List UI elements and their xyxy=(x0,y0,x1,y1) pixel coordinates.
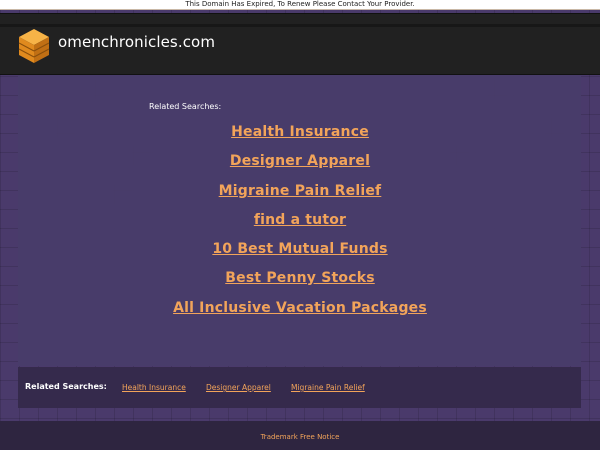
stacked-cube-icon[interactable] xyxy=(18,28,50,64)
bottom-related-bar: Related Searches: Health Insurance Desig… xyxy=(18,367,581,408)
related-link-vacation-packages[interactable]: All Inclusive Vacation Packages xyxy=(0,298,600,327)
bottom-related-label: Related Searches: xyxy=(25,382,107,391)
expired-notice: This Domain Has Expired, To Renew Please… xyxy=(0,0,600,10)
bottom-link-health-insurance[interactable]: Health Insurance xyxy=(122,383,186,392)
related-links-list: Health Insurance Designer Apparel Migrai… xyxy=(0,122,600,327)
header-divider xyxy=(0,24,600,27)
bottom-link-designer-apparel[interactable]: Designer Apparel xyxy=(206,383,271,392)
related-link-health-insurance[interactable]: Health Insurance xyxy=(0,122,600,151)
related-link-migraine-pain-relief[interactable]: Migraine Pain Relief xyxy=(0,181,600,210)
related-searches-label: Related Searches: xyxy=(149,102,222,111)
trademark-notice-link[interactable]: Trademark Free Notice xyxy=(261,433,340,441)
related-link-penny-stocks[interactable]: Best Penny Stocks xyxy=(0,268,600,297)
related-link-find-a-tutor[interactable]: find a tutor xyxy=(0,210,600,239)
domain-name[interactable]: omenchronicles.com xyxy=(58,33,215,51)
bottom-link-migraine-pain-relief[interactable]: Migraine Pain Relief xyxy=(291,383,365,392)
site-footer: Trademark Free Notice xyxy=(0,421,600,450)
site-header: omenchronicles.com xyxy=(0,13,600,75)
related-link-designer-apparel[interactable]: Designer Apparel xyxy=(0,151,600,180)
related-link-mutual-funds[interactable]: 10 Best Mutual Funds xyxy=(0,239,600,268)
